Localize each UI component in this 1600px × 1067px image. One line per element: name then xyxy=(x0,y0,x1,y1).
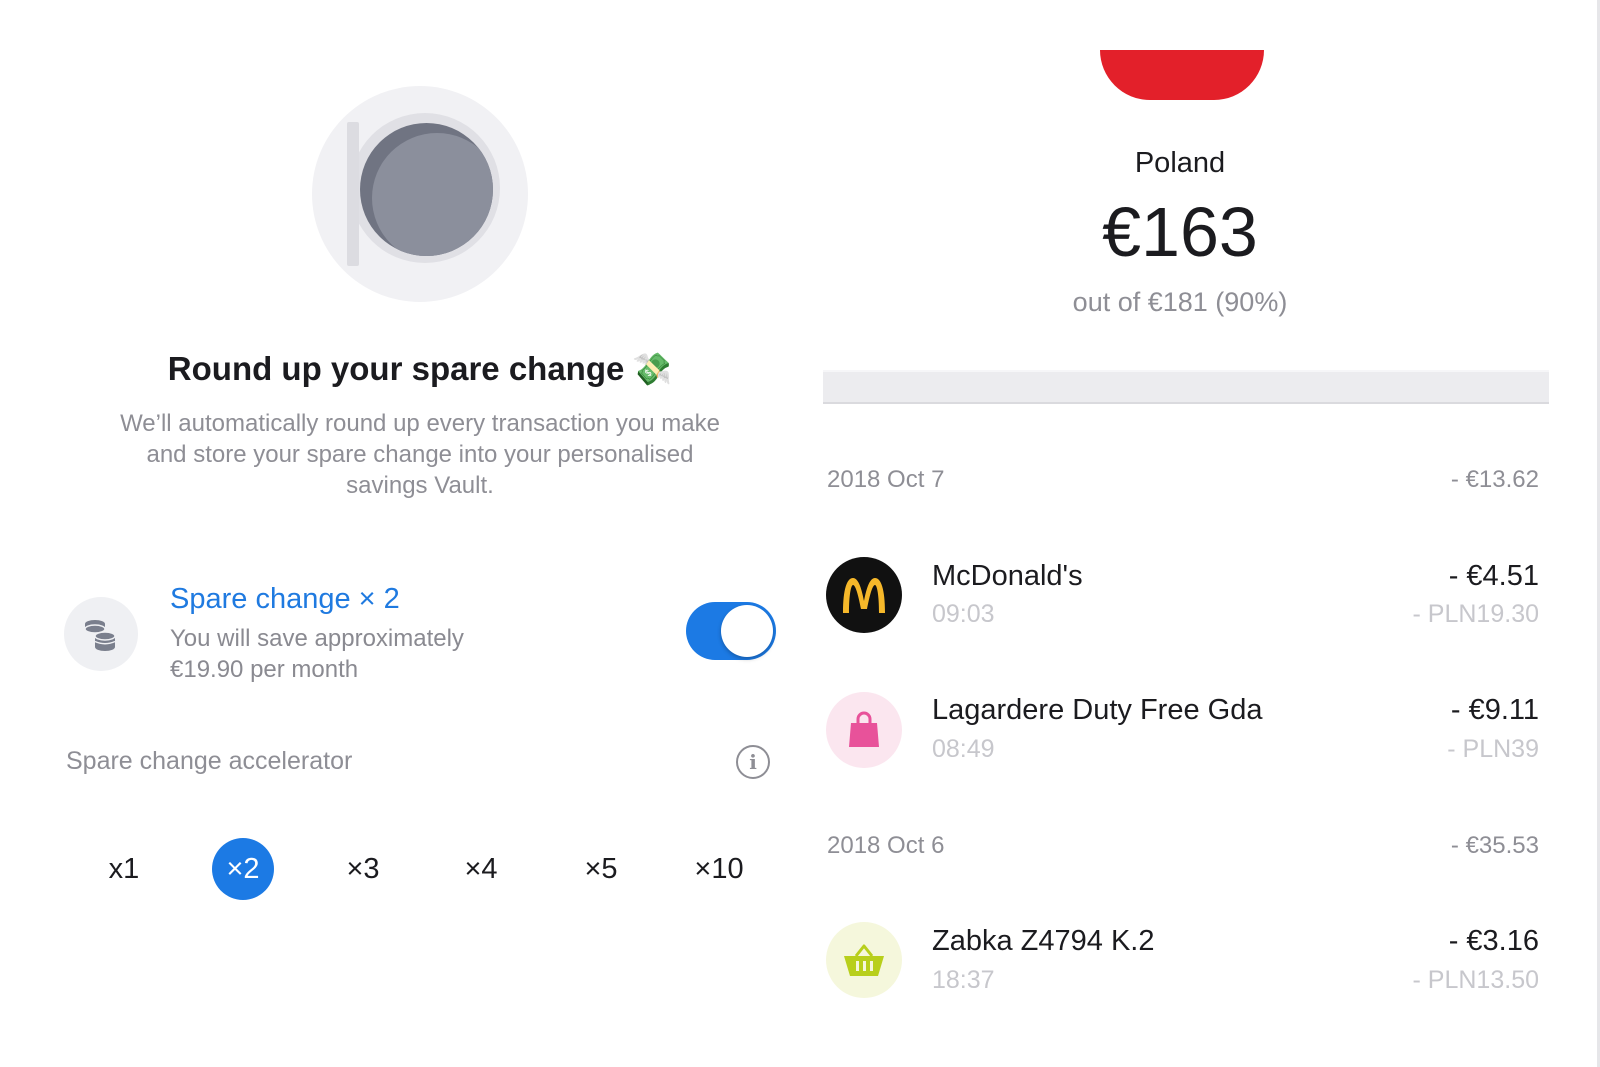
date-header: 2018 Oct 6 - €35.53 xyxy=(827,832,1539,859)
date-total: - €13.62 xyxy=(1450,466,1539,493)
poland-flag-icon xyxy=(1100,50,1264,100)
country-name: Poland xyxy=(1134,147,1226,179)
transaction-amount: - €9.11 xyxy=(1450,694,1539,726)
spare-change-toggle[interactable] xyxy=(686,602,776,660)
date-header: 2018 Oct 7 - €13.62 xyxy=(827,466,1539,493)
transaction-time: 18:37 xyxy=(932,966,995,994)
money-wings-icon: 💸 xyxy=(632,351,673,387)
multiplier-x5[interactable]: ×5 xyxy=(570,838,632,900)
info-icon[interactable]: i xyxy=(736,745,770,779)
transaction-name[interactable]: Zabka Z4794 K.2 xyxy=(932,925,1154,958)
transaction-local-amount: - PLN19.30 xyxy=(1412,600,1539,628)
transaction-amount: - €4.51 xyxy=(1448,560,1539,592)
vault-hinge xyxy=(347,122,359,266)
spare-change-subtitle: You will save approximately €19.90 per m… xyxy=(170,625,464,683)
transaction-name[interactable]: Lagardere Duty Free Gda xyxy=(932,694,1262,727)
transaction-amount: - €3.16 xyxy=(1448,925,1539,957)
multiplier-x1[interactable]: x1 xyxy=(93,838,155,900)
spare-change-title: Spare change × 2 xyxy=(170,583,400,615)
transaction-time: 09:03 xyxy=(932,600,995,628)
transaction-name[interactable]: McDonald's xyxy=(932,560,1083,593)
toggle-knob xyxy=(721,605,773,657)
spent-amount: €163 xyxy=(1102,193,1258,271)
shopping-bag-icon xyxy=(826,692,902,768)
multiplier-x2[interactable]: ×2 xyxy=(212,838,274,900)
budget-summary: out of €181 (90%) xyxy=(1072,287,1288,317)
accelerator-label: Spare change accelerator xyxy=(66,747,353,775)
multiplier-x10[interactable]: ×10 xyxy=(688,838,750,900)
vault-door-icon xyxy=(360,123,493,256)
budget-progress-bar xyxy=(823,370,1549,404)
shopping-basket-icon xyxy=(826,922,902,998)
mcdonalds-logo-icon xyxy=(826,557,902,633)
promo-description: We’ll automatically round up every trans… xyxy=(120,410,720,499)
multiplier-x3[interactable]: ×3 xyxy=(332,838,394,900)
transaction-local-amount: - PLN39 xyxy=(1447,735,1539,763)
promo-title: Round up your spare change 💸 xyxy=(167,350,673,387)
transaction-time: 08:49 xyxy=(932,735,995,763)
coins-icon xyxy=(64,597,138,671)
date-total: - €35.53 xyxy=(1450,832,1539,859)
multiplier-x4[interactable]: ×4 xyxy=(450,838,512,900)
transaction-local-amount: - PLN13.50 xyxy=(1412,966,1539,994)
